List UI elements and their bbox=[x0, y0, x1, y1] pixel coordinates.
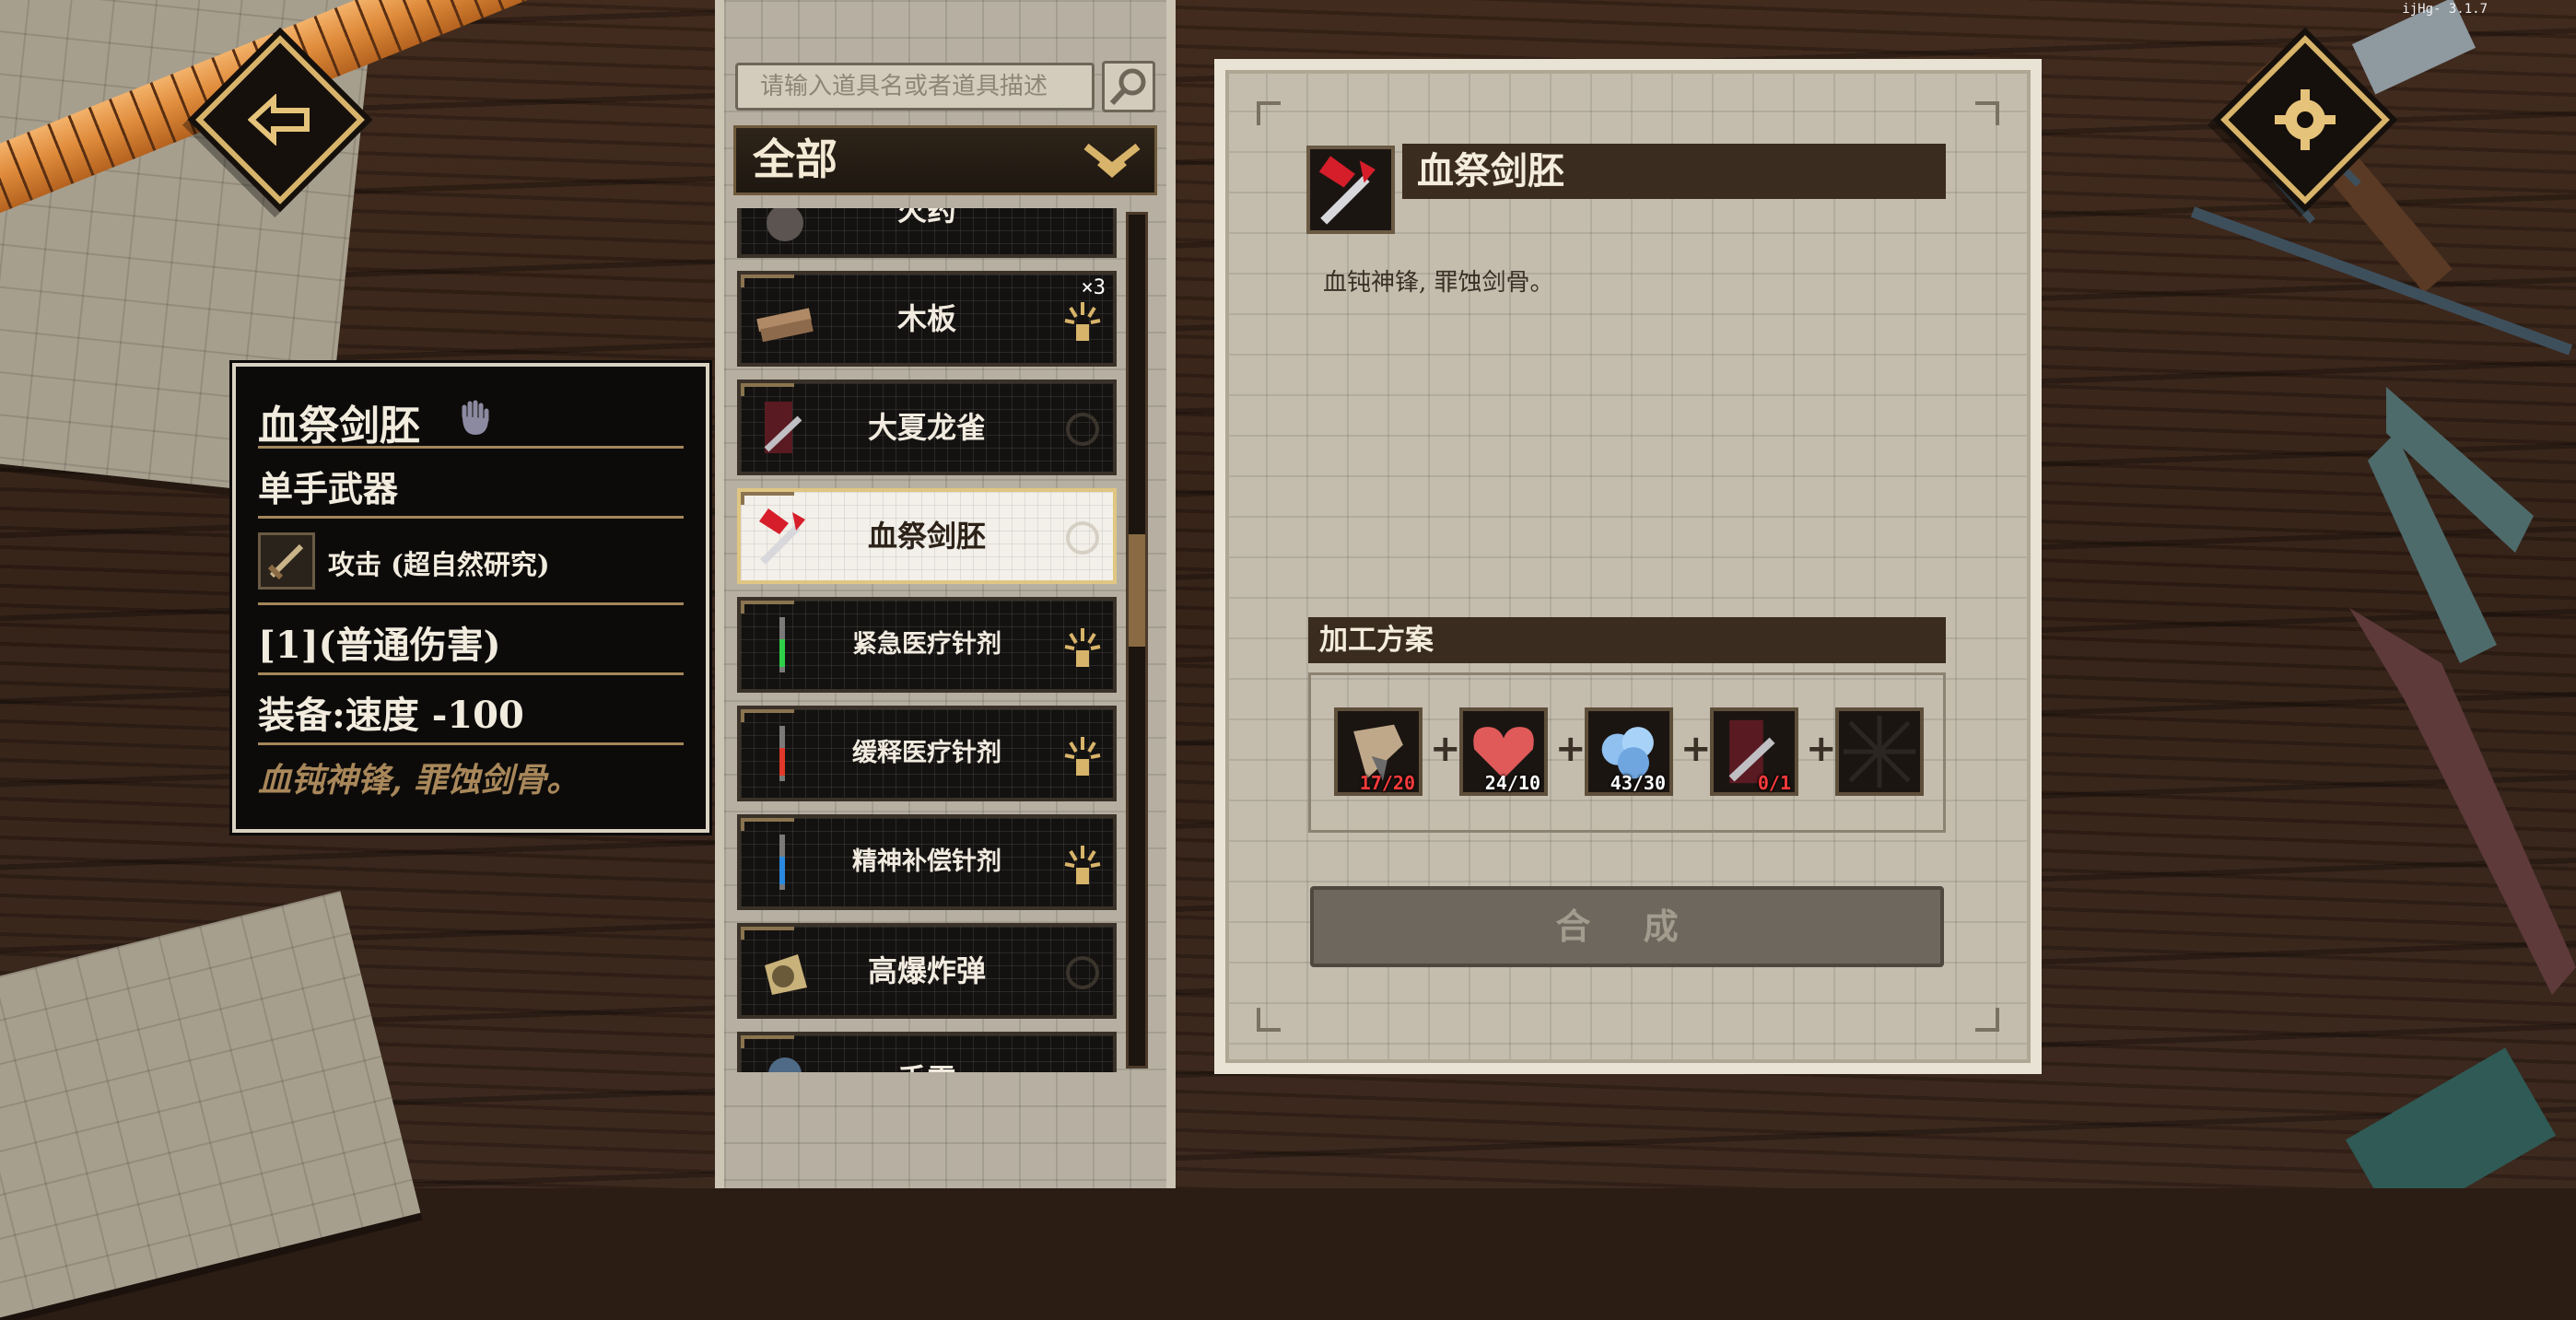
item-list: 火药 木板 ×3 大夏龙雀 血祭剑胚 紧急医疗针剂 缓释医疗针剂 精神补偿针剂 … bbox=[733, 208, 1118, 1072]
item-name: 火药 bbox=[896, 208, 956, 228]
list-item[interactable]: 木板 ×3 bbox=[737, 271, 1117, 367]
version-label: ijHg- 3.1.7 bbox=[2402, 2, 2488, 17]
gear-icon bbox=[2275, 89, 2336, 150]
list-item[interactable]: 高爆炸弹 bbox=[737, 923, 1117, 1019]
craft-plan-label: 加工方案 bbox=[1308, 617, 1946, 663]
tooltip-divider bbox=[258, 602, 684, 605]
tooltip-divider bbox=[258, 742, 684, 745]
lightbulb-off-icon bbox=[1066, 956, 1099, 989]
lightbulb-off-icon bbox=[1066, 413, 1099, 446]
material-qty: 43/30 bbox=[1610, 772, 1666, 794]
list-scrollbar-thumb[interactable] bbox=[1129, 534, 1145, 647]
corner-mark bbox=[1975, 1008, 1999, 1032]
material-slot[interactable]: 24/10 bbox=[1459, 707, 1548, 796]
tooltip-flavor: 血钝神锋, 罪蚀剑骨。 bbox=[258, 761, 580, 800]
plus-sign: + bbox=[1555, 728, 1587, 770]
tooltip-type: 单手武器 bbox=[258, 468, 399, 509]
material-qty: 0/1 bbox=[1757, 772, 1791, 794]
tooltip-equip: 装备:速度 -100 bbox=[258, 694, 524, 737]
list-item[interactable]: 手雷 bbox=[737, 1032, 1117, 1072]
item-name: 缓释医疗针剂 bbox=[852, 739, 1001, 767]
material-qty: 17/20 bbox=[1359, 772, 1415, 794]
lightbulb-icon bbox=[1064, 628, 1101, 667]
list-item[interactable]: 精神补偿针剂 bbox=[737, 814, 1117, 910]
item-name: 紧急医疗针剂 bbox=[852, 630, 1001, 659]
item-name: 高爆炸弹 bbox=[867, 953, 986, 988]
plus-sign: + bbox=[1430, 728, 1461, 770]
corner-mark bbox=[1975, 101, 1999, 125]
detail-description: 血钝神锋, 罪蚀剑骨。 bbox=[1323, 269, 1554, 297]
tooltip-divider bbox=[258, 446, 684, 449]
item-name: 木板 bbox=[896, 301, 956, 336]
blood-sword-icon bbox=[1318, 156, 1376, 225]
search-button[interactable] bbox=[1102, 61, 1155, 112]
category-dropdown[interactable]: 全部 bbox=[733, 125, 1157, 195]
chevron-down-icon bbox=[1083, 143, 1141, 178]
item-name: 手雷 bbox=[805, 1035, 1048, 1072]
material-qty: 24/10 bbox=[1484, 772, 1540, 794]
tooltip-divider bbox=[258, 672, 684, 675]
list-item[interactable]: 大夏龙雀 bbox=[737, 380, 1117, 475]
empty-slot-icon bbox=[1843, 715, 1916, 788]
detail-item-icon bbox=[1306, 146, 1395, 234]
lightbulb-icon bbox=[1064, 302, 1101, 341]
detail-title: 血祭剑胚 bbox=[1402, 144, 1946, 199]
list-item[interactable]: 火药 bbox=[737, 208, 1117, 258]
material-slot[interactable]: 43/30 bbox=[1585, 707, 1673, 796]
search-input[interactable]: 请输入道具名或者道具描述 bbox=[735, 63, 1095, 111]
craft-button[interactable]: 合 成 bbox=[1310, 886, 1944, 967]
list-item-selected[interactable]: 血祭剑胚 bbox=[737, 488, 1117, 584]
lightbulb-icon bbox=[1064, 737, 1101, 776]
corner-mark bbox=[1257, 101, 1281, 125]
item-name: 血祭剑胚 bbox=[867, 519, 986, 554]
category-label: 全部 bbox=[753, 134, 837, 184]
corner-mark bbox=[1257, 1008, 1281, 1032]
sword-skill-icon bbox=[258, 532, 315, 590]
item-name: 精神补偿针剂 bbox=[852, 847, 1001, 876]
plus-sign: + bbox=[1680, 728, 1712, 770]
list-item[interactable]: 紧急医疗针剂 bbox=[737, 597, 1117, 693]
item-tooltip: 血祭剑胚 单手武器 攻击 (超自然研究) [1](普通伤害) 装备:速度 -10… bbox=[232, 363, 709, 833]
tooltip-skill: 攻击 (超自然研究) bbox=[328, 549, 550, 580]
hand-icon bbox=[462, 400, 489, 435]
tooltip-divider bbox=[258, 516, 684, 519]
list-item[interactable]: 缓释医疗针剂 bbox=[737, 706, 1117, 801]
lightbulb-icon bbox=[1064, 846, 1101, 884]
material-slot[interactable]: 0/1 bbox=[1710, 707, 1798, 796]
tooltip-damage: [1](普通伤害) bbox=[258, 624, 501, 667]
plus-sign: + bbox=[1806, 728, 1837, 770]
magnifier-icon bbox=[1109, 68, 1146, 106]
material-slot-empty[interactable] bbox=[1835, 707, 1924, 796]
back-arrow-icon bbox=[248, 94, 310, 146]
item-name: 大夏龙雀 bbox=[867, 410, 986, 445]
lightbulb-off-icon bbox=[1066, 521, 1099, 555]
material-slot[interactable]: 17/20 bbox=[1334, 707, 1423, 796]
